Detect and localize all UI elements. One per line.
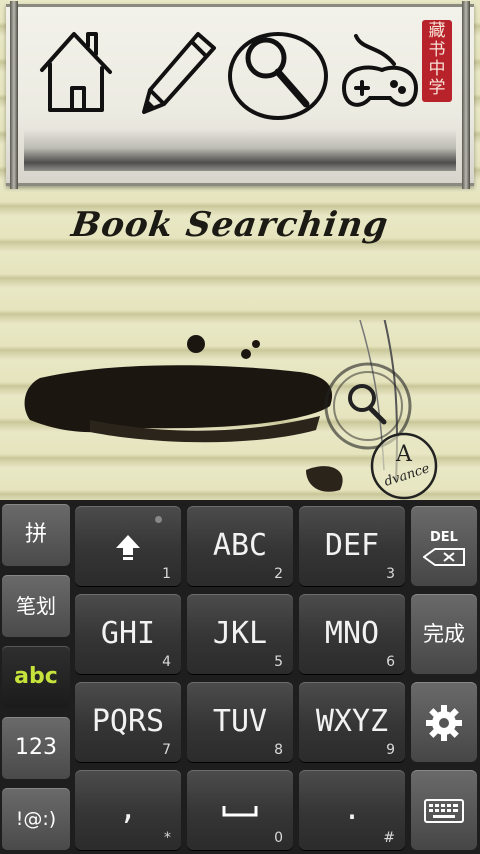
scroll-rod-right (462, 1, 470, 189)
keyboard-icon (411, 770, 477, 850)
key-abc[interactable]: ABC 2 (187, 506, 293, 586)
key-digit: 2 (274, 566, 283, 582)
stroke-mode-key[interactable]: 笔划 (2, 575, 70, 637)
seal-stamp: 藏书中学 (422, 20, 452, 102)
key-digit: 9 (386, 742, 395, 758)
gamepad-icon[interactable] (336, 24, 422, 120)
shift-key[interactable]: 1 (75, 506, 181, 586)
page-title: Book Searching (68, 205, 392, 245)
key-wxyz[interactable]: WXYZ 9 (299, 682, 405, 762)
key-digit: 6 (386, 654, 395, 670)
seal-char: 藏 (428, 21, 446, 41)
search-icon[interactable] (226, 24, 330, 120)
key-digit: 4 (162, 654, 171, 670)
key-digit: 0 (274, 830, 283, 846)
key-ghi[interactable]: GHI 4 (75, 594, 181, 674)
backspace-icon (422, 548, 465, 570)
seal-char: 学 (428, 78, 446, 98)
app-area: 藏书中学 Book Searching A dvance (0, 0, 480, 500)
key-tuv[interactable]: TUV 8 (187, 682, 293, 762)
gear-icon (411, 682, 477, 762)
key-period[interactable]: . # (299, 770, 405, 850)
key-digit: # (383, 830, 395, 846)
key-comma[interactable]: , * (75, 770, 181, 850)
key-digit: 8 (274, 742, 283, 758)
key-mno[interactable]: MNO 6 (299, 594, 405, 674)
ink-landscape (24, 129, 456, 171)
seal-char: 书 (428, 40, 446, 60)
done-key[interactable]: 完成 (411, 594, 477, 674)
home-icon[interactable] (36, 24, 122, 120)
key-digit: 3 (386, 566, 395, 582)
pencil-icon[interactable] (134, 24, 220, 120)
hide-keyboard-key[interactable] (411, 770, 477, 850)
key-digit: 7 (162, 742, 171, 758)
delete-label: DEL (430, 530, 458, 545)
key-jkl[interactable]: JKL 5 (187, 594, 293, 674)
delete-key[interactable]: DEL (411, 506, 477, 586)
key-digit: * (164, 830, 171, 846)
key-digit: 1 (162, 566, 171, 582)
settings-key[interactable] (411, 682, 477, 762)
abc-mode-key[interactable]: abc (2, 646, 70, 708)
space-key[interactable]: 0 (187, 770, 293, 850)
key-pqrs[interactable]: PQRS 7 (75, 682, 181, 762)
key-digit: 5 (274, 654, 283, 670)
key-def[interactable]: DEF 3 (299, 506, 405, 586)
done-label: 完成 (423, 622, 465, 646)
symbol-mode-key[interactable]: !@:) (2, 788, 70, 850)
advanced-search-button[interactable]: A dvance (368, 430, 440, 500)
keyboard: 拼 笔划 abc 123 !@:) 1 ABC 2 DEF 3 GHI 4 JK… (0, 500, 480, 854)
number-mode-key[interactable]: 123 (2, 717, 70, 779)
pinyin-mode-key[interactable]: 拼 (2, 504, 70, 566)
scroll-rod-left (10, 1, 18, 189)
seal-char: 中 (428, 59, 446, 79)
